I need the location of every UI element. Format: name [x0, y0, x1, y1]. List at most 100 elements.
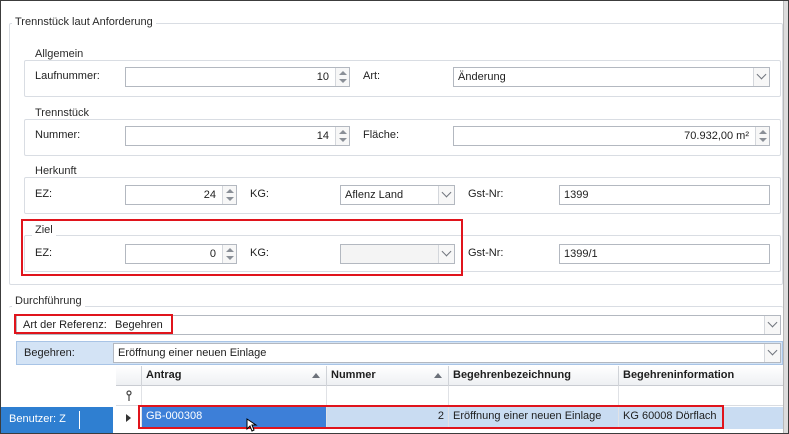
column-header-begehrenbezeichnung[interactable]: Begehrenbezeichnung [449, 366, 619, 386]
spin-down-icon[interactable] [226, 197, 234, 201]
column-header-nummer-label: Nummer [331, 369, 376, 381]
chevron-down-icon [756, 69, 767, 80]
chevron-down-icon [441, 246, 452, 257]
column-header-begehrenbezeichnung-label: Begehrenbezeichnung [453, 369, 571, 381]
spin-up-icon[interactable] [226, 189, 234, 193]
laufnummer-value: 10 [316, 71, 329, 83]
ziel-gst-value: 1399/1 [564, 248, 598, 260]
ziel-ez-field[interactable]: 0 [125, 244, 237, 264]
herkunft-gst-label: Gst-Nr: [468, 188, 504, 200]
filter-cell-begehreninformation[interactable] [619, 386, 783, 405]
current-row-arrow-icon [126, 414, 131, 422]
group-title-allgemein: Allgemein [32, 48, 87, 60]
nummer-label: Nummer: [35, 129, 81, 141]
column-header-begehreninformation[interactable]: Begehreninformation [619, 366, 783, 386]
nummer-value: 14 [316, 130, 329, 142]
filter-cell-nummer[interactable] [327, 386, 449, 405]
column-header-nummer[interactable]: Nummer [327, 366, 449, 386]
ziel-ez-label: EZ: [35, 247, 53, 259]
laufnummer-label: Laufnummer: [35, 70, 100, 82]
status-separator [79, 411, 80, 429]
ziel-gst-label: Gst-Nr: [468, 247, 504, 259]
herkunft-kg-select[interactable]: Aflenz Land [340, 185, 455, 205]
group-title-trennstueck: Trennstück [32, 107, 93, 119]
chevron-down-icon [767, 317, 778, 328]
nummer-spinner[interactable] [335, 127, 349, 145]
ziel-ez-spinner[interactable] [222, 245, 236, 263]
herkunft-ez-label: EZ: [35, 188, 53, 200]
ziel-ez-value: 0 [209, 248, 216, 260]
spin-down-icon[interactable] [339, 138, 347, 142]
group-title-herkunft: Herkunft [32, 165, 80, 177]
herkunft-kg-value: Aflenz Land [345, 189, 404, 201]
column-header-begehreninformation-label: Begehreninformation [623, 369, 735, 381]
row-indicator-cell [116, 407, 142, 429]
spin-up-icon[interactable] [339, 71, 347, 75]
cell-begehreninformation[interactable]: KG 60008 Dörflach [619, 407, 783, 429]
laufnummer-field[interactable]: 10 [125, 67, 350, 87]
sort-ascending-icon [312, 373, 320, 378]
begehren-select[interactable]: Eröffnung einer neuen Einlage [113, 343, 781, 363]
spin-up-icon[interactable] [226, 248, 234, 252]
laufnummer-spinner[interactable] [335, 68, 349, 86]
herkunft-ez-value: 24 [203, 189, 216, 201]
filter-cell-begehrenbezeichnung[interactable] [449, 386, 619, 405]
spin-down-icon[interactable] [759, 138, 767, 142]
art-dropdown-button[interactable] [753, 68, 769, 86]
flaeche-label: Fläche: [363, 129, 400, 141]
ziel-kg-label: KG: [250, 247, 269, 259]
herkunft-ez-field[interactable]: 24 [125, 185, 237, 205]
flaeche-value: 70.932,00 m² [684, 130, 749, 142]
herkunft-gst-field[interactable]: 1399 [559, 185, 770, 205]
spin-down-icon[interactable] [339, 79, 347, 83]
flaeche-field[interactable]: 70.932,00 m² [453, 126, 770, 146]
group-title-trennstueck-anforderung: Trennstück laut Anforderung [12, 16, 156, 28]
herkunft-kg-label: KG: [250, 188, 269, 200]
art-value: Änderung [458, 71, 506, 83]
referenz-art-dropdown-button[interactable] [764, 316, 780, 334]
table-row[interactable]: GB-000308 2 Eröffnung einer neuen Einlag… [116, 407, 783, 429]
sort-ascending-icon [434, 373, 442, 378]
begehren-dropdown-button[interactable] [764, 344, 780, 362]
chevron-down-icon [441, 187, 452, 198]
grid-header: Antrag Nummer Begehrenbezeichnung Begehr… [116, 366, 783, 386]
referenz-art-select[interactable]: Art der Referenz: Begehren [16, 315, 781, 335]
herkunft-ez-spinner[interactable] [222, 186, 236, 204]
ziel-kg-select[interactable] [340, 244, 455, 264]
cell-nummer-text: 2 [437, 410, 444, 422]
begehren-value: Eröffnung einer neuen Einlage [118, 347, 267, 359]
art-label: Art: [363, 70, 381, 82]
cell-begehreninformation-text: KG 60008 Dörflach [623, 410, 717, 422]
nummer-field[interactable]: 14 [125, 126, 350, 146]
filter-pin-icon [126, 390, 132, 401]
herkunft-gst-value: 1399 [564, 189, 589, 201]
referenz-art-value: Begehren [115, 319, 163, 331]
window-right-edge [783, 0, 789, 434]
cell-begehrenbezeichnung-text: Eröffnung einer neuen Einlage [453, 410, 602, 422]
referenz-art-label: Art der Referenz: [23, 319, 107, 331]
cell-nummer[interactable]: 2 [327, 407, 449, 429]
spin-up-icon[interactable] [339, 130, 347, 134]
grid-indicator-header [116, 366, 142, 386]
spin-up-icon[interactable] [759, 130, 767, 134]
herkunft-kg-dropdown-button[interactable] [438, 186, 454, 204]
begehren-label: Begehren: [24, 347, 75, 359]
group-title-ziel: Ziel [32, 224, 56, 236]
flaeche-spinner[interactable] [755, 127, 769, 145]
spin-down-icon[interactable] [226, 256, 234, 260]
column-header-antrag-label: Antrag [146, 369, 182, 381]
mouse-cursor-icon [246, 418, 258, 432]
grid-filter-row[interactable] [116, 386, 783, 406]
group-title-durchfuehrung: Durchführung [12, 295, 85, 307]
ziel-kg-dropdown-button[interactable] [438, 245, 454, 263]
status-bar: Benutzer: Z [1, 407, 113, 433]
filter-indicator-cell [116, 386, 142, 405]
cell-begehrenbezeichnung[interactable]: Eröffnung einer neuen Einlage [449, 407, 619, 429]
cell-antrag[interactable]: GB-000308 [142, 407, 327, 429]
art-select[interactable]: Änderung [453, 67, 770, 87]
cell-antrag-text: GB-000308 [146, 410, 203, 422]
column-header-antrag[interactable]: Antrag [142, 366, 327, 386]
chevron-down-icon [767, 345, 778, 356]
ziel-gst-field[interactable]: 1399/1 [559, 244, 770, 264]
filter-cell-antrag[interactable] [142, 386, 327, 405]
